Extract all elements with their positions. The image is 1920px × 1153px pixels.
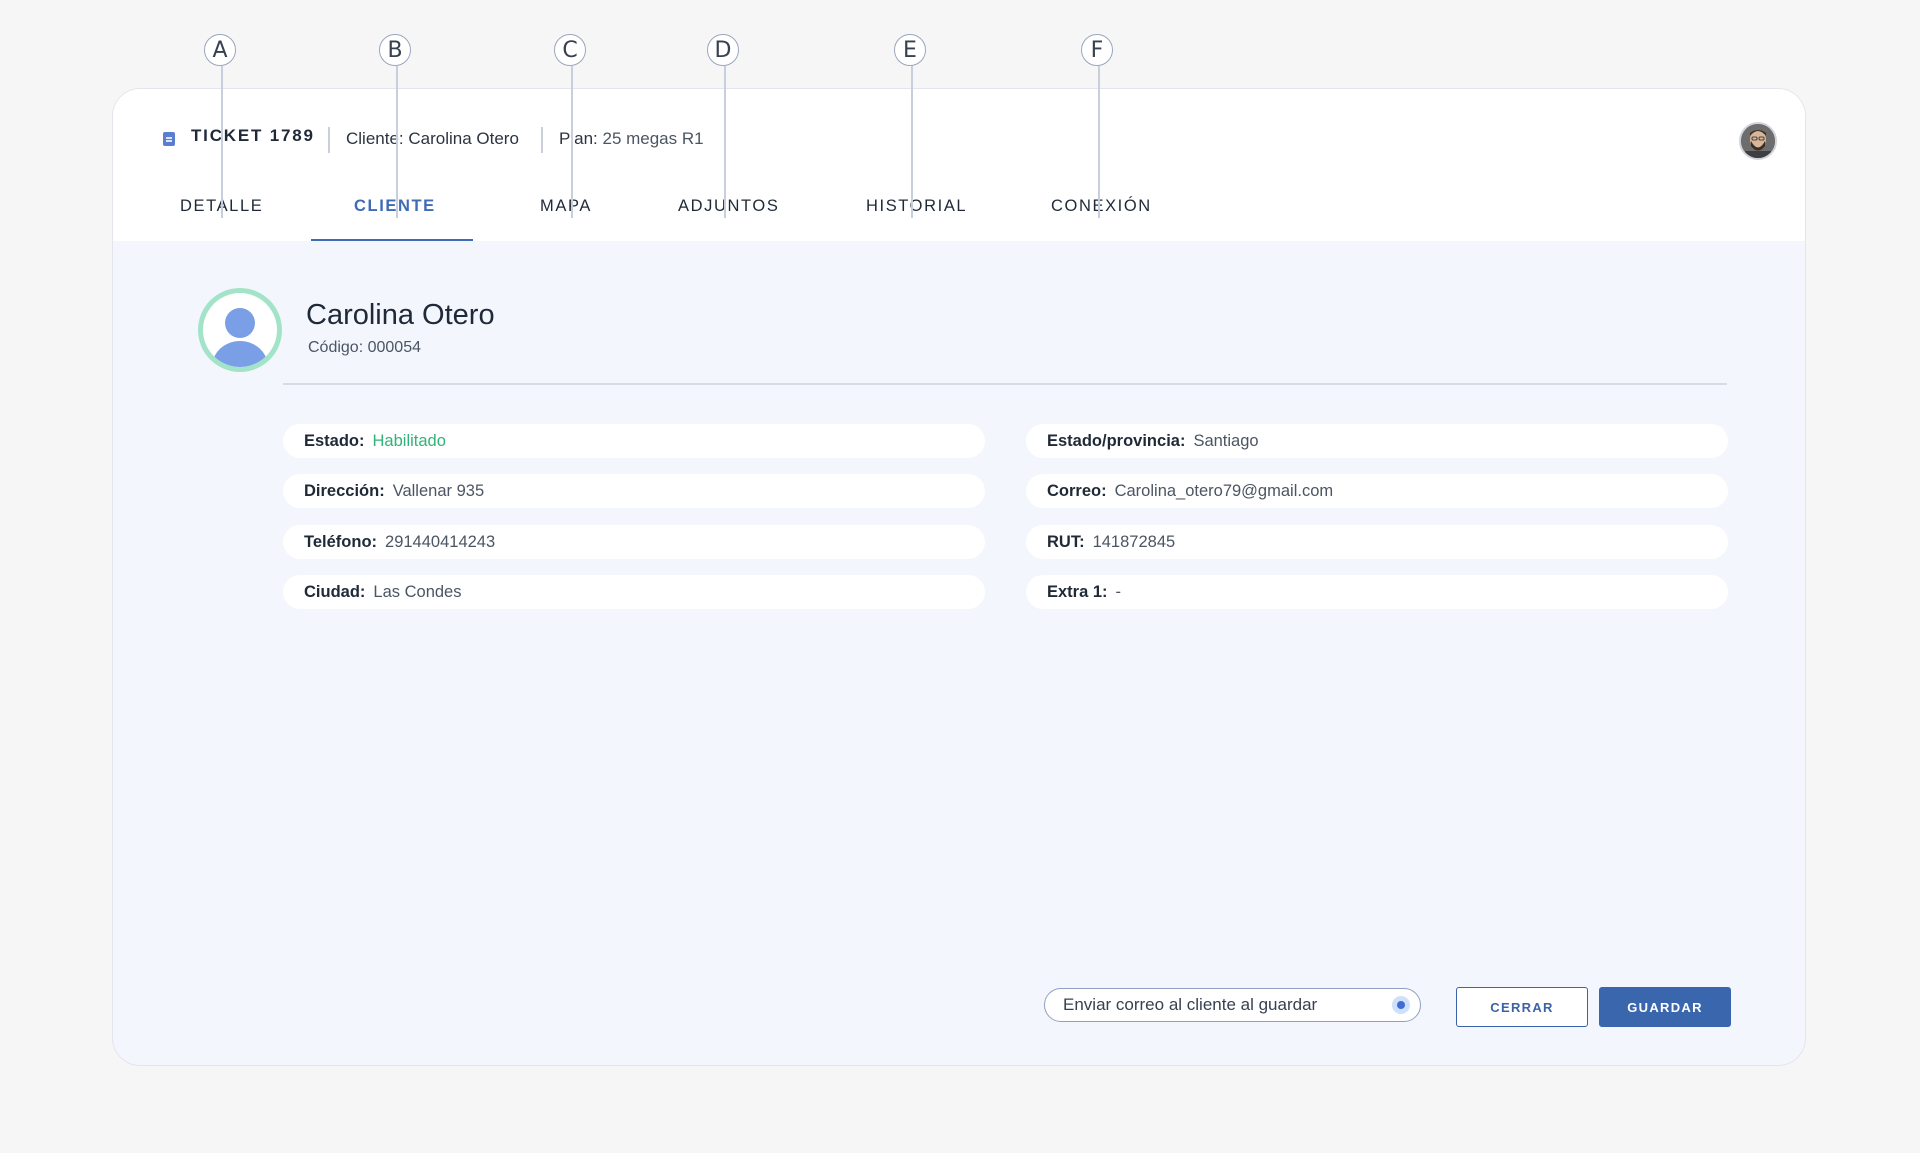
field-value: -: [1115, 582, 1122, 601]
field-label: Teléfono:: [304, 532, 378, 551]
user-avatar[interactable]: [1739, 122, 1777, 160]
field-estado: Estado: Habilitado: [283, 424, 985, 458]
callout-c-line: [571, 66, 573, 218]
callout-d-label: D: [707, 34, 739, 66]
header-plan-value: 25 megas R1: [602, 129, 704, 148]
callout-e-line: [911, 66, 913, 218]
header-plan: Plan: 25 megas R1: [559, 129, 704, 149]
field-direccion: Dirección: Vallenar 935: [283, 474, 985, 508]
header-separator: [541, 127, 543, 153]
tab-adjuntos[interactable]: ADJUNTOS: [678, 197, 779, 216]
radio-selected-icon[interactable]: [1392, 996, 1410, 1014]
profile-divider: [283, 383, 1727, 385]
active-tab-indicator: [311, 239, 473, 241]
tab-conexion[interactable]: CONEXIÓN: [1051, 197, 1152, 216]
ticket-title: TICKET 1789: [191, 126, 315, 145]
field-value: Carolina_otero79@gmail.com: [1114, 481, 1334, 500]
tab-historial[interactable]: HISTORIAL: [866, 197, 967, 216]
header-separator: [328, 127, 330, 153]
notify-client-label: Enviar correo al cliente al guardar: [1063, 995, 1318, 1014]
client-avatar-inner: [203, 293, 277, 367]
field-value: Las Condes: [373, 582, 462, 601]
client-avatar: [198, 288, 282, 372]
callout-a-label: A: [204, 34, 236, 66]
field-value: Santiago: [1193, 431, 1259, 450]
field-label: RUT:: [1047, 532, 1085, 551]
status-value: Habilitado: [372, 431, 446, 450]
field-estado-provincia: Estado/provincia: Santiago: [1026, 424, 1728, 458]
field-telefono: Teléfono: 291440414243: [283, 525, 985, 559]
tab-cliente[interactable]: CLIENTE: [354, 197, 436, 216]
callout-a-line: [221, 66, 223, 218]
field-value: Vallenar 935: [392, 481, 485, 500]
client-code: Código: 000054: [308, 339, 421, 356]
notify-client-toggle[interactable]: Enviar correo al cliente al guardar: [1044, 988, 1421, 1022]
save-button[interactable]: GUARDAR: [1599, 987, 1731, 1027]
field-value: 141872845: [1092, 532, 1176, 551]
card-header: [113, 89, 1805, 241]
field-rut: RUT: 141872845: [1026, 525, 1728, 559]
field-value: 291440414243: [385, 532, 496, 551]
field-extra-1: Extra 1: -: [1026, 575, 1728, 609]
field-label: Extra 1:: [1047, 582, 1108, 601]
callout-b-line: [396, 66, 398, 218]
document-icon: [163, 132, 175, 146]
field-label: Ciudad:: [304, 582, 366, 601]
user-silhouette-icon: [212, 308, 268, 367]
field-label: Estado/provincia:: [1047, 431, 1186, 450]
callout-f-label: F: [1081, 34, 1113, 66]
callout-d-line: [724, 66, 726, 218]
callout-f-line: [1098, 66, 1100, 218]
avatar-face-icon: [1741, 124, 1775, 158]
ticket-card: TICKET 1789 Cliente: Carolina Otero Plan…: [112, 88, 1806, 1066]
callout-c-label: C: [554, 34, 586, 66]
client-name: Carolina Otero: [306, 299, 495, 331]
tab-mapa[interactable]: MAPA: [540, 197, 592, 216]
field-label: Estado:: [304, 431, 365, 450]
field-label: Correo:: [1047, 481, 1107, 500]
header-client-text: Cliente: Carolina Otero: [346, 129, 519, 148]
callout-e-label: E: [894, 34, 926, 66]
callout-b-label: B: [379, 34, 411, 66]
header-client: Cliente: Carolina Otero: [346, 129, 519, 149]
field-ciudad: Ciudad: Las Condes: [283, 575, 985, 609]
header-plan-label: Plan:: [559, 129, 598, 148]
close-button[interactable]: CERRAR: [1456, 987, 1588, 1027]
field-label: Dirección:: [304, 481, 385, 500]
field-correo: Correo: Carolina_otero79@gmail.com: [1026, 474, 1728, 508]
